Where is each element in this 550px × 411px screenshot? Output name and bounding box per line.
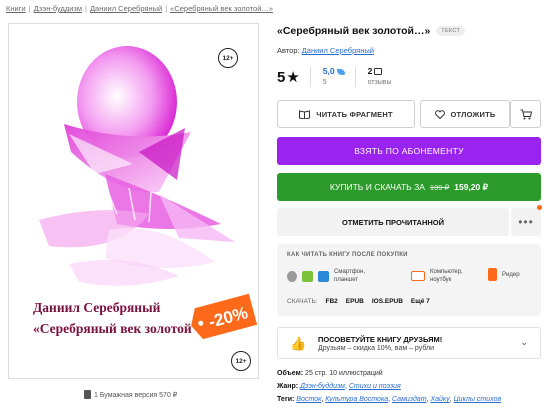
- cart-icon: [520, 109, 532, 119]
- subscribe-button[interactable]: ВЗЯТЬ ПО АБОНЕМЕНТУ: [277, 137, 541, 165]
- how-to-read-panel: КАК ЧИТАТЬ КНИГУ ПОСЛЕ ПОКУПКИ Смартфон,…: [277, 244, 541, 316]
- rating-score: 5: [277, 68, 286, 86]
- chat-icon: [374, 68, 383, 75]
- ereader-icon: [488, 268, 497, 281]
- genre-label: Жанр:: [277, 383, 299, 390]
- discount-tag: -20%: [191, 293, 258, 340]
- recommend-subtitle: Друзьям – скидка 10%, вам – рубли: [318, 345, 435, 352]
- read-fragment-label: ЧИТАТЬ ФРАГМЕНТ: [316, 109, 393, 119]
- heart-icon: [434, 109, 445, 119]
- tags-label: Теги:: [277, 396, 295, 403]
- page-title: «Серебряный век золотой…»: [277, 25, 431, 37]
- age-rating-badge: 12+: [218, 48, 238, 68]
- reviews-count: 2: [367, 66, 373, 76]
- breadcrumb-item-books[interactable]: Книги: [6, 4, 26, 13]
- genre-link[interactable]: Дзэн-буддизм: [300, 383, 345, 390]
- bird-icon: [336, 68, 345, 75]
- more-options-button[interactable]: •••: [511, 208, 541, 236]
- genre-line: Жанр: Дзэн-буддизм, Стихи и поэзия: [277, 383, 401, 390]
- chevron-down-icon: ⌄: [520, 337, 528, 347]
- type-badge: ТЕКСТ: [436, 26, 466, 36]
- paper-version-link[interactable]: 1 Бумажная версия 570 ₽: [84, 390, 177, 399]
- how-to-read-heading: КАК ЧИТАТЬ КНИГУ ПОСЛЕ ПОКУПКИ: [287, 252, 408, 258]
- volume-label: Объем:: [277, 370, 304, 377]
- device-computer[interactable]: Компьютер, ноутбук: [411, 268, 463, 284]
- tag-link[interactable]: Восток: [296, 396, 321, 403]
- breadcrumb-item-zen[interactable]: Дзэн-буддизм: [34, 4, 82, 13]
- recommend-title: ПОСОВЕТУЙТЕ КНИГУ ДРУЗЬЯМ!: [318, 335, 443, 344]
- apple-icon: [287, 270, 297, 282]
- tag-link[interactable]: Циклы стихов: [454, 396, 502, 403]
- author-link[interactable]: Даниил Серебряный: [302, 46, 374, 55]
- author-label: Автор:: [277, 46, 300, 55]
- reviews-link[interactable]: 2 отзывы: [368, 66, 392, 88]
- format-epub[interactable]: EPUB: [346, 298, 364, 305]
- rating-block: 5 ★ 5,0 5 2 отзывы: [277, 66, 392, 88]
- buy-button[interactable]: КУПИТЬ И СКАЧАТЬ ЗА 199 ₽ 159,20 ₽: [277, 173, 541, 201]
- cover-author-text: Даниил Серебряный: [33, 300, 161, 315]
- postpone-label: ОТЛОЖИТЬ: [450, 109, 496, 119]
- device-smartphone[interactable]: Смартфон, планшет: [287, 268, 365, 284]
- format-ios-epub[interactable]: IOS.EPUB: [372, 298, 403, 305]
- tag-link[interactable]: Культура Востока: [325, 396, 388, 403]
- postpone-button[interactable]: ОТЛОЖИТЬ: [420, 100, 510, 128]
- breadcrumb: Книги | Дзэн-буддизм | Даниил Серебряный | «Се…: [6, 4, 274, 13]
- android-icon: [302, 270, 313, 282]
- format-more[interactable]: Ещё 7: [411, 298, 430, 305]
- paper-version-text: 1 Бумажная версия 570 ₽: [94, 391, 178, 399]
- computer-label: Компьютер, ноутбук: [430, 269, 463, 283]
- book-icon: [84, 390, 91, 399]
- age-rating-badge-bottom: 12+: [231, 351, 251, 371]
- genre-link[interactable]: Стихи и поэзия: [349, 383, 401, 390]
- old-price: 199 ₽: [429, 182, 450, 192]
- breadcrumb-item-book[interactable]: «Серебряный век золотой…»: [170, 4, 273, 13]
- average-rating-value: 5,0: [322, 66, 335, 76]
- divider: [309, 67, 311, 87]
- open-book-icon: [299, 109, 311, 119]
- tags-line: Теги: Восток, Культура Востока, Самиздат…: [277, 396, 502, 403]
- recommend-banner[interactable]: 👍 ПОСОВЕТУЙТЕ КНИГУ ДРУЗЬЯМ! Друзьям – с…: [277, 327, 541, 359]
- new-price: 159,20 ₽: [454, 181, 489, 192]
- tag-link[interactable]: Хайку: [430, 396, 449, 403]
- tag-link[interactable]: Самиздат: [392, 396, 427, 403]
- author-line: Автор: Даниил Серебряный: [277, 46, 374, 55]
- download-row: СКАЧАТЬ: FB2 EPUB IOS.EPUB Ещё 7: [287, 298, 430, 305]
- reviews-label: отзывы: [367, 79, 392, 86]
- volume-value: 25 стр. 10 иллюстраций: [305, 370, 383, 377]
- volume-line: Объем: 25 стр. 10 иллюстраций: [277, 370, 383, 377]
- buy-label: КУПИТЬ И СКАЧАТЬ ЗА: [329, 182, 425, 192]
- smartphone-label: Смартфон, планшет: [334, 269, 366, 283]
- breadcrumb-item-author[interactable]: Даниил Серебряный: [90, 4, 162, 13]
- device-reader[interactable]: Ридер: [488, 268, 520, 281]
- thumbs-up-icon: 👍: [290, 336, 307, 351]
- laptop-icon: [411, 271, 425, 281]
- windows-icon: [318, 270, 329, 282]
- notification-dot: [537, 205, 542, 210]
- reader-label: Ридер: [502, 271, 520, 278]
- votes-count: 5: [322, 79, 327, 86]
- cart-button[interactable]: [510, 100, 541, 128]
- mark-read-button[interactable]: ОТМЕТИТЬ ПРОЧИТАННОЙ: [277, 208, 509, 236]
- cover-title-text: «Серебряный век золотой: [33, 321, 192, 336]
- read-fragment-button[interactable]: ЧИТАТЬ ФРАГМЕНТ: [277, 100, 415, 128]
- star-icon: ★: [286, 69, 300, 86]
- download-label: СКАЧАТЬ:: [287, 298, 318, 305]
- format-fb2[interactable]: FB2: [326, 298, 338, 305]
- average-rating[interactable]: 5,0 5: [323, 66, 345, 88]
- title-row: «Серебряный век золотой…» ТЕКСТ: [277, 25, 466, 37]
- divider: [354, 67, 356, 87]
